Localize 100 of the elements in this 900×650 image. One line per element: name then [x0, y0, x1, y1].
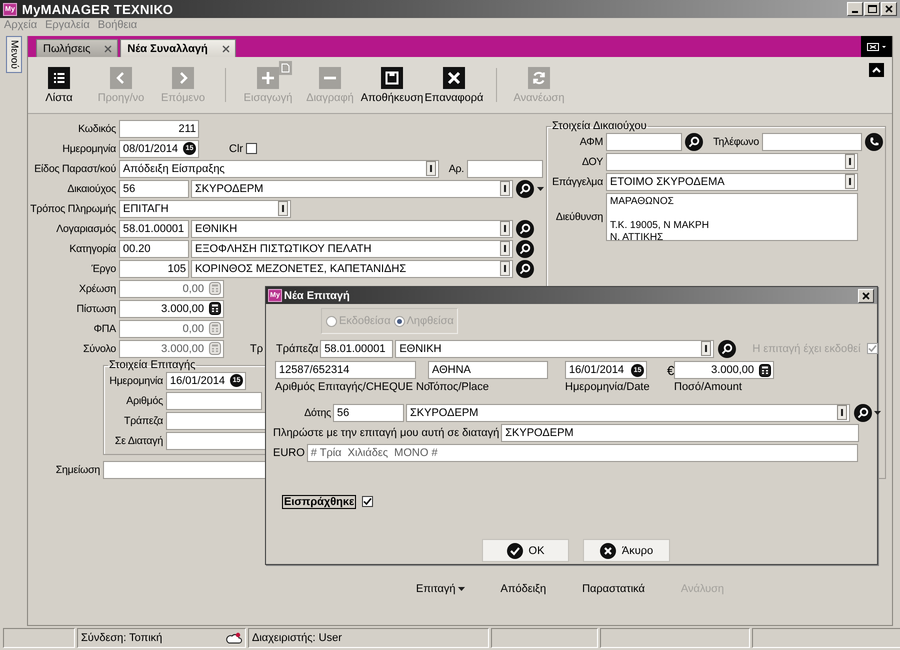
- status-text: Σύνδεση: Τοπική: [81, 632, 162, 644]
- dropdown-button[interactable]: [500, 241, 510, 256]
- close-icon[interactable]: [104, 44, 112, 52]
- radio-dot-icon: [396, 318, 402, 324]
- maximize-button[interactable]: [864, 2, 880, 16]
- dropdown-button[interactable]: [500, 261, 510, 276]
- dropdown-field[interactable]: ΣΚΥΡΟΔΕΡΜ: [191, 180, 513, 198]
- window-menu-button[interactable]: [861, 36, 892, 57]
- checkmark-icon: [363, 497, 372, 506]
- caret-icon[interactable]: [874, 410, 881, 414]
- text-field[interactable]: [166, 392, 262, 410]
- close-button[interactable]: [858, 288, 874, 302]
- status-text: Διαχειριστής: User: [252, 632, 342, 644]
- checkbox-label: Εισπράχθηκε: [282, 494, 356, 508]
- dropdown-field[interactable]: ΚΟΡΙΝΘΟΣ ΜΕΖΟΝΕΤΕΣ, ΚΑΠΕΤΑΝΙΔΗΣ: [191, 260, 513, 278]
- dropdown-field[interactable]: ΕΠΙΤΑΓΗ: [119, 200, 291, 218]
- minimize-button[interactable]: [847, 2, 863, 16]
- field-label: Πληρώστε με την επιταγή μου αυτή σε διαταγή: [273, 426, 500, 438]
- code-field[interactable]: 00.20: [119, 240, 189, 258]
- address-field[interactable]: ΜΑΡΑΘΩΝΟΣ Τ.Κ. 19005, Ν ΜΑΚΡΗ Ν. ΑΤΤΙΚΗΣ: [606, 193, 858, 241]
- search-icon[interactable]: [718, 340, 736, 358]
- code-field[interactable]: 105: [119, 260, 189, 278]
- dropdown-field[interactable]: ΕΘΝΙΚΗ: [191, 220, 513, 238]
- dropdown-button[interactable]: [500, 221, 510, 236]
- close-icon: [600, 542, 616, 558]
- search-icon[interactable]: [685, 132, 703, 150]
- field-label: Τηλέφωνο: [712, 136, 759, 148]
- list-icon: [48, 66, 70, 88]
- field-label: Διεύθυνση: [554, 211, 603, 223]
- dropdown-button[interactable]: [845, 174, 855, 189]
- toolbar-button[interactable]: Επαναφορά: [423, 66, 485, 104]
- amount-words-field[interactable]: # Τρία Χιλιάδες ΜΟΝΟ #: [306, 444, 858, 462]
- code-field[interactable]: 58.01.00001: [320, 340, 394, 358]
- search-icon[interactable]: [854, 404, 872, 422]
- dropdown-field[interactable]: ΕΤΟΙΜΟ ΣΚΥΡΟΔΕΜΑ: [606, 172, 858, 190]
- close-icon: [443, 66, 465, 88]
- minus-icon: [319, 66, 341, 88]
- ok-button[interactable]: OK: [482, 539, 569, 562]
- status-pane: [3, 628, 75, 648]
- code-field[interactable]: 211: [119, 120, 199, 138]
- dropdown-field[interactable]: ΣΚΥΡΟΔΕΡΜ: [406, 404, 850, 422]
- dropdown-button[interactable]: [500, 181, 510, 196]
- amount-field[interactable]: 3.000,00: [674, 361, 774, 379]
- payee-field[interactable]: ΣΚΥΡΟΔΕΡΜ: [501, 424, 860, 442]
- caret-icon[interactable]: [537, 186, 544, 190]
- tab[interactable]: Πωλήσεις: [36, 39, 118, 57]
- phone-icon[interactable]: [865, 132, 883, 150]
- text-field[interactable]: 12587/652314: [275, 361, 416, 379]
- field-label: Τράπεζα: [276, 342, 318, 354]
- action-button[interactable]: Παραστατικά: [580, 583, 647, 595]
- field-caption: Ποσό/Amount: [673, 381, 743, 393]
- dropdown-button[interactable]: [278, 201, 288, 216]
- caret-icon: [458, 587, 465, 591]
- dropdown-button[interactable]: [845, 154, 855, 169]
- side-tab[interactable]: Μενού: [6, 36, 22, 73]
- checkbox[interactable]: [866, 343, 878, 354]
- number-field[interactable]: [467, 160, 543, 178]
- field-label: Δότης: [303, 406, 331, 418]
- search-icon[interactable]: [516, 180, 534, 198]
- close-button[interactable]: [881, 2, 897, 16]
- dropdown-field[interactable]: ΕΞΟΦΛΗΣΗ ΠΙΣΤΩΤΙΚΟΥ ΠΕΛΑΤΗ: [191, 240, 513, 258]
- calculator-icon[interactable]: [759, 364, 771, 376]
- field-label: Λογαριασμός: [55, 222, 116, 234]
- dropdown-button[interactable]: [837, 405, 847, 420]
- tab[interactable]: Νέα Συναλλαγή: [120, 39, 236, 57]
- field-label: Πίστωση: [75, 302, 116, 314]
- refresh-icon: [528, 66, 550, 88]
- cloud-icon: [226, 632, 242, 644]
- cancel-button[interactable]: Άκυρο: [583, 539, 670, 562]
- dropdown-field[interactable]: [606, 152, 858, 170]
- field-label: Αριθμός: [125, 394, 163, 406]
- dropdown-button[interactable]: [701, 341, 712, 356]
- text-field[interactable]: ΑΘΗΝΑ: [428, 361, 548, 379]
- toolbar-button[interactable]: Λίστα: [28, 66, 90, 104]
- code-field[interactable]: 56: [119, 180, 189, 198]
- code-field[interactable]: 58.01.00001: [119, 220, 189, 238]
- dialog-title: Νέα Επιταγή: [284, 290, 350, 302]
- search-icon[interactable]: [516, 220, 534, 238]
- field-label: Σύνολο: [82, 342, 116, 354]
- checkbox[interactable]: [362, 496, 374, 507]
- toolbar-button[interactable]: Αποθήκευση: [361, 66, 423, 104]
- phone-field[interactable]: [762, 132, 862, 150]
- field-label: Τρ: [250, 342, 263, 354]
- tax-id-field[interactable]: [606, 132, 682, 150]
- code-field[interactable]: 56: [333, 404, 404, 422]
- search-icon[interactable]: [516, 260, 534, 278]
- field-label: Αρ.: [448, 162, 464, 174]
- field-label: Κωδικός: [77, 122, 116, 134]
- action-button[interactable]: Απόδειξη: [498, 583, 548, 595]
- dropdown-button[interactable]: [426, 161, 436, 176]
- check-icon: [506, 542, 523, 558]
- action-button[interactable]: Επιταγή: [414, 583, 467, 595]
- dropdown-field[interactable]: Απόδειξη Είσπραξης: [119, 160, 439, 178]
- collapse-button[interactable]: [869, 63, 884, 77]
- search-icon[interactable]: [516, 240, 534, 258]
- amount-field[interactable]: 3.000,00: [119, 300, 224, 318]
- dropdown-field[interactable]: ΕΘΝΙΚΗ: [395, 340, 714, 358]
- checkbox[interactable]: [246, 143, 258, 154]
- close-icon[interactable]: [222, 44, 230, 52]
- calculator-icon[interactable]: [209, 302, 221, 315]
